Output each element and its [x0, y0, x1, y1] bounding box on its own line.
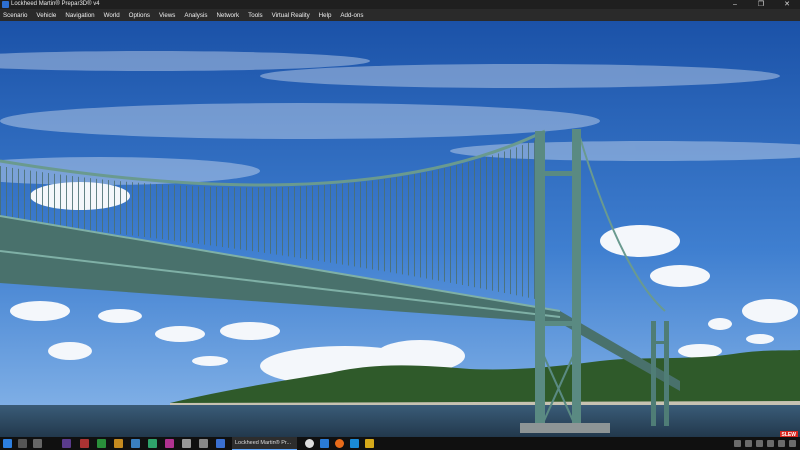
maximize-button[interactable]: ❐: [748, 0, 774, 9]
notification-icon[interactable]: [789, 440, 796, 447]
app-icon-6[interactable]: [148, 439, 157, 448]
app-icon-12[interactable]: [365, 439, 374, 448]
tray-icon-3[interactable]: [756, 440, 763, 447]
edge-icon[interactable]: [320, 439, 329, 448]
app-icon-11[interactable]: [350, 439, 359, 448]
tray-icon-1[interactable]: [734, 440, 741, 447]
menu-world[interactable]: World: [104, 12, 120, 19]
menu-analysis[interactable]: Analysis: [184, 12, 207, 19]
taskbar-active-window[interactable]: Lockheed Martin® Pr...: [232, 437, 297, 450]
windows-taskbar: Lockheed Martin® Pr...: [0, 437, 800, 450]
menu-navigation[interactable]: Navigation: [65, 12, 94, 19]
window-title: Lockheed Martin® Prepar3D® v4: [11, 1, 100, 7]
app-icon-8[interactable]: [182, 439, 191, 448]
app-icon-2[interactable]: [80, 439, 89, 448]
tray-icon-2[interactable]: [745, 440, 752, 447]
app-icon-4[interactable]: [114, 439, 123, 448]
menu-views[interactable]: Views: [159, 12, 175, 19]
window-controls: – ❐ ✕: [722, 0, 800, 9]
menu-options[interactable]: Options: [129, 12, 150, 19]
firefox-icon[interactable]: [335, 439, 344, 448]
prepar3d-app-icon: [2, 1, 9, 8]
menu-network[interactable]: Network: [216, 12, 239, 19]
app-icon-10[interactable]: [216, 439, 225, 448]
bridge-scene: [0, 21, 800, 437]
menu-virtual-reality[interactable]: Virtual Reality: [272, 12, 310, 19]
menu-help[interactable]: Help: [319, 12, 332, 19]
system-tray: [734, 439, 796, 448]
minimize-button[interactable]: –: [722, 0, 748, 9]
close-button[interactable]: ✕: [774, 0, 800, 9]
menu-tools[interactable]: Tools: [248, 12, 262, 19]
start-icon[interactable]: [3, 439, 12, 448]
menu-add-ons[interactable]: Add-ons: [340, 12, 363, 19]
simulator-viewport[interactable]: [0, 21, 800, 437]
app-icon-3[interactable]: [97, 439, 106, 448]
tray-icon-5[interactable]: [778, 440, 785, 447]
taskbar-active-window-label: Lockheed Martin® Pr...: [235, 440, 292, 446]
chrome-icon[interactable]: [305, 439, 314, 448]
sea: [0, 405, 800, 437]
app-icon-5[interactable]: [131, 439, 140, 448]
menu-scenario[interactable]: Scenario: [3, 12, 27, 19]
app-icon-9[interactable]: [199, 439, 208, 448]
menu-vehicle[interactable]: Vehicle: [36, 12, 56, 19]
tray-icon-4[interactable]: [767, 440, 774, 447]
app-icon-1[interactable]: [62, 439, 71, 448]
title-bar: Lockheed Martin® Prepar3D® v4 – ❐ ✕: [0, 0, 800, 9]
menu-bar: Scenario Vehicle Navigation World Option…: [0, 9, 800, 21]
search-icon[interactable]: [18, 439, 27, 448]
app-icon-7[interactable]: [165, 439, 174, 448]
task-view-icon[interactable]: [33, 439, 42, 448]
